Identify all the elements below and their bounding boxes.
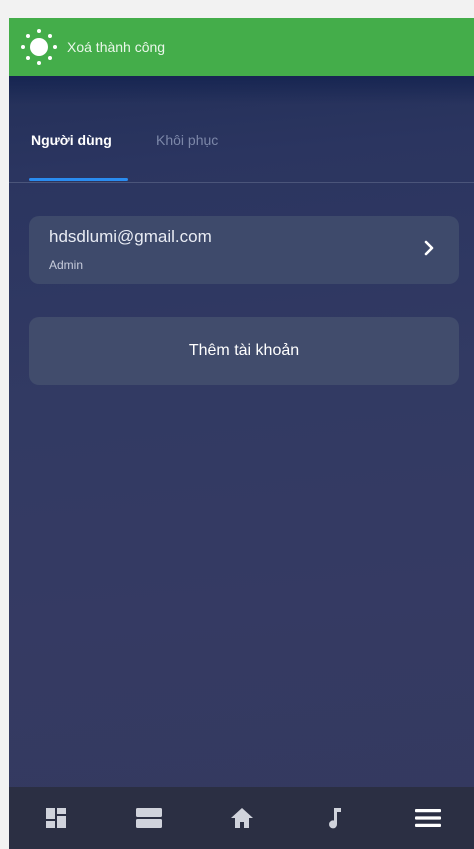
account-email: hdsdlumi@gmail.com (49, 227, 212, 246)
home-icon (230, 808, 253, 828)
account-row[interactable]: hdsdlumi@gmail.com Admin (29, 216, 459, 284)
tab-users[interactable]: Người dùng (31, 132, 112, 148)
rooms-icon (135, 808, 162, 828)
bottom-nav (9, 787, 474, 849)
tab-restore[interactable]: Khôi phục (156, 132, 218, 148)
dashboard-icon (45, 808, 66, 828)
active-tab-indicator (29, 178, 128, 181)
account-role: Admin (49, 258, 84, 272)
header-shadow (9, 76, 474, 104)
nav-rooms[interactable] (119, 793, 179, 843)
sun-icon (21, 29, 57, 65)
tab-divider (9, 182, 474, 183)
menu-icon (414, 809, 441, 827)
add-account-label: Thêm tài khoản (188, 342, 300, 359)
app-screen: Xoá thành công Người dùng Khôi phục hdsd… (9, 18, 474, 849)
nav-dashboard[interactable] (26, 793, 86, 843)
tab-bar: Người dùng Khôi phục (9, 126, 474, 184)
nav-music[interactable] (305, 793, 365, 843)
nav-home[interactable] (212, 793, 272, 843)
success-toast: Xoá thành công (9, 18, 474, 76)
chevron-right-icon (424, 240, 434, 256)
add-account-button[interactable]: Thêm tài khoản (29, 317, 459, 385)
nav-menu[interactable] (398, 793, 458, 843)
toast-message: Xoá thành công (67, 39, 166, 55)
music-icon (328, 808, 341, 829)
